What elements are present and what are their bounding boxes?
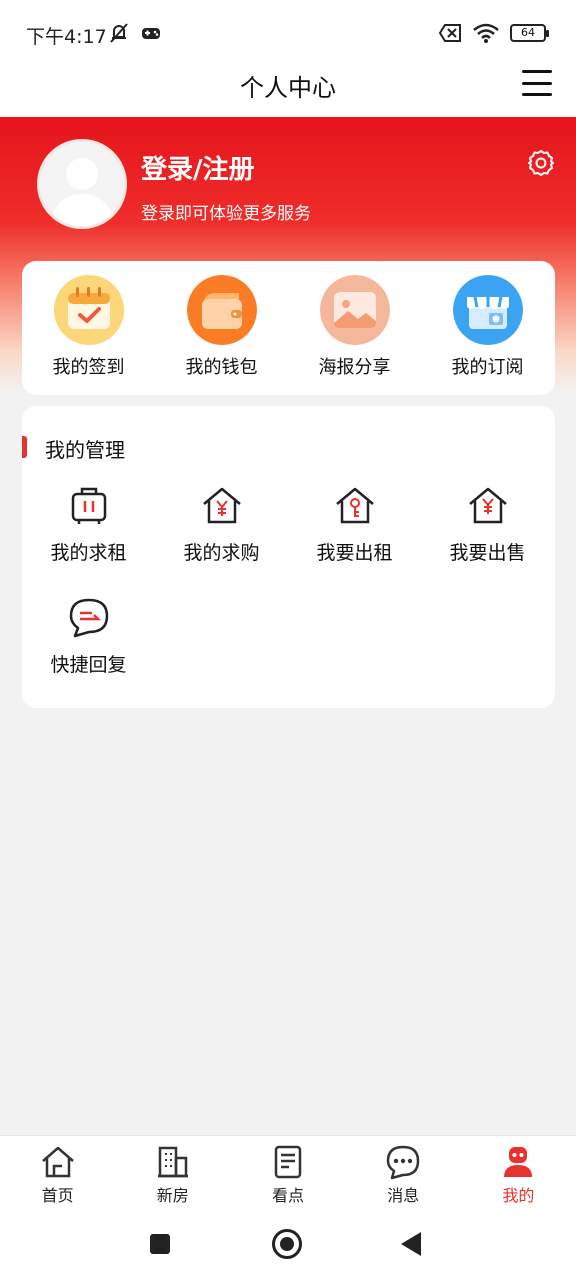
avatar-placeholder-icon: [50, 158, 114, 226]
quick-label: 我的签到: [52, 357, 125, 378]
battery-level: 64: [521, 26, 535, 39]
gear-icon[interactable]: [526, 148, 556, 178]
status-bar: 下午4:17 64: [0, 0, 576, 64]
profile-icon: [504, 1147, 533, 1177]
nav-label: 首页: [41, 1186, 74, 1205]
manage-label: 我的求租: [50, 542, 127, 564]
quick-label: 我的钱包: [185, 357, 258, 378]
message-icon: [386, 1145, 420, 1180]
section-title: 我的管理: [45, 438, 125, 462]
nav-item-highlights[interactable]: 看点: [230, 1136, 345, 1212]
bell-muted-icon: [110, 23, 128, 43]
manage-label: 快捷回复: [50, 654, 127, 676]
login-subtitle: 登录即可体验更多服务: [141, 204, 311, 224]
home-icon: [41, 1146, 74, 1178]
nav-label: 新房: [156, 1186, 189, 1205]
chat-reply-icon: [69, 598, 108, 638]
building-icon: [157, 1146, 188, 1178]
manage-item-want-rent[interactable]: 我的求租: [22, 484, 155, 565]
menu-line: [522, 70, 552, 73]
avatar[interactable]: [37, 139, 127, 229]
battery-icon: 64: [510, 24, 549, 42]
game-controller-icon: [142, 28, 160, 39]
title-bar: 个人中心: [0, 64, 576, 118]
nav-label: 我的: [502, 1186, 535, 1205]
nav-item-messages[interactable]: 消息: [346, 1136, 461, 1212]
quick-item-subscribe[interactable]: 我的订阅: [421, 261, 554, 395]
calendar-check-icon: [53, 275, 124, 345]
nav-label: 看点: [272, 1186, 305, 1205]
menu-line: [522, 81, 552, 85]
suitcase-icon: [71, 487, 106, 524]
management-card: 我的管理 我的求租 我的求购 我要出租 我要出售 快捷回复: [22, 406, 555, 708]
status-right-icons: 64: [438, 22, 549, 44]
no-sim-icon: [438, 24, 461, 42]
poster-image-icon: [319, 275, 390, 345]
manage-label: 我要出租: [316, 542, 393, 564]
back-button[interactable]: [401, 1232, 421, 1256]
house-key-icon: [335, 487, 374, 524]
status-left-icons: [108, 22, 162, 44]
manage-item-want-buy[interactable]: 我的求购: [155, 484, 288, 565]
status-time: 下午4:17: [26, 26, 107, 48]
nav-item-home[interactable]: 首页: [0, 1136, 115, 1212]
bottom-nav: 首页 新房 看点 消息 我的: [0, 1135, 576, 1212]
quick-item-poster[interactable]: 海报分享: [288, 261, 421, 395]
manage-item-rent-out[interactable]: 我要出租: [288, 484, 421, 565]
store-subscribe-icon: [452, 275, 523, 345]
menu-line: [522, 93, 552, 96]
wallet-icon: [186, 275, 257, 345]
manage-item-sell[interactable]: 我要出售: [421, 484, 554, 565]
menu-button[interactable]: [522, 70, 552, 96]
house-yen-icon: [202, 487, 241, 524]
quick-item-checkin[interactable]: 我的签到: [22, 261, 155, 395]
page-title: 个人中心: [240, 74, 336, 102]
quick-label: 我的订阅: [451, 357, 524, 378]
quick-item-wallet[interactable]: 我的钱包: [155, 261, 288, 395]
section-accent-bar: [22, 436, 27, 458]
nav-label: 消息: [387, 1186, 420, 1205]
login-register-link[interactable]: 登录/注册: [141, 149, 255, 186]
quick-actions-card: 我的签到 我的钱包 海报分享 我的订阅: [22, 261, 555, 395]
news-icon: [274, 1145, 302, 1179]
manage-label: 我要出售: [449, 542, 526, 564]
manage-label: 我的求购: [183, 542, 260, 564]
quick-label: 海报分享: [318, 357, 391, 378]
home-button[interactable]: [272, 1229, 302, 1259]
house-yen-icon: [468, 487, 507, 524]
manage-item-quick-reply[interactable]: 快捷回复: [22, 596, 155, 677]
nav-item-mine[interactable]: 我的: [461, 1136, 576, 1212]
recent-apps-button[interactable]: [150, 1234, 170, 1254]
system-nav-bar: [0, 1212, 576, 1280]
nav-item-new-homes[interactable]: 新房: [115, 1136, 230, 1212]
wifi-icon: [473, 23, 499, 43]
